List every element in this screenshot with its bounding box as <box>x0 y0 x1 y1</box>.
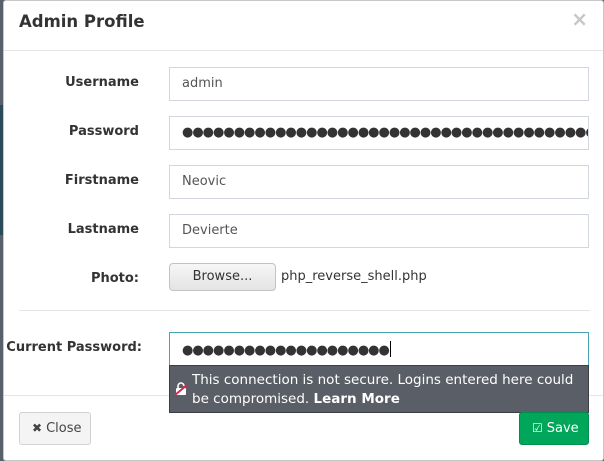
browse-button[interactable]: Browse... <box>169 263 276 291</box>
current-password-label: Current Password: <box>6 340 142 355</box>
insecure-lock-icon <box>175 382 187 396</box>
password-row: Password ●●●●●●●●●●●●●●●●●●●●●●●●●●●●●●●… <box>4 116 603 150</box>
lastname-input[interactable]: Devierte <box>169 214 589 248</box>
firstname-input[interactable]: Neovic <box>169 165 589 199</box>
save-button[interactable]: ☑ Save <box>519 412 589 445</box>
password-value: ●●●●●●●●●●●●●●●●●●●●●●●●●●●●●●●●●●●●●●●●… <box>182 125 588 140</box>
current-password-row: Current Password: ●●●●●●●●●●●●●●●●●●●● <box>4 332 603 366</box>
photo-row: Photo: Browse... php_reverse_shell.php <box>4 263 603 297</box>
password-label: Password <box>68 124 139 139</box>
password-input[interactable]: ●●●●●●●●●●●●●●●●●●●●●●●●●●●●●●●●●●●●●●●●… <box>169 116 589 150</box>
check-square-icon: ☑ <box>532 421 543 435</box>
close-button[interactable]: ✖ Close <box>19 412 91 445</box>
close-icon[interactable]: × <box>571 9 588 29</box>
firstname-row: Firstname Neovic <box>4 165 603 199</box>
modal-header: Admin Profile × <box>4 1 603 51</box>
current-password-input[interactable]: ●●●●●●●●●●●●●●●●●●●● <box>169 332 589 366</box>
firstname-label: Firstname <box>64 173 139 188</box>
insecure-connection-warning: This connection is not secure. Logins en… <box>169 365 589 413</box>
close-button-label: Close <box>46 421 82 436</box>
username-input[interactable]: admin <box>169 67 589 101</box>
admin-profile-modal: Admin Profile × Username admin Password … <box>3 0 604 461</box>
times-icon: ✖ <box>32 421 43 435</box>
current-password-value: ●●●●●●●●●●●●●●●●●●●● <box>182 343 390 358</box>
username-row: Username admin <box>4 67 603 101</box>
modal-title: Admin Profile <box>19 12 145 31</box>
save-button-label: Save <box>546 421 579 436</box>
selected-file-name: php_reverse_shell.php <box>281 269 427 284</box>
text-caret <box>389 341 391 357</box>
lastname-row: Lastname Devierte <box>4 214 603 248</box>
photo-label: Photo: <box>90 271 139 286</box>
username-label: Username <box>65 75 139 90</box>
learn-more-link[interactable]: Learn More <box>313 391 399 407</box>
form-divider <box>19 310 590 311</box>
lastname-label: Lastname <box>67 222 139 237</box>
